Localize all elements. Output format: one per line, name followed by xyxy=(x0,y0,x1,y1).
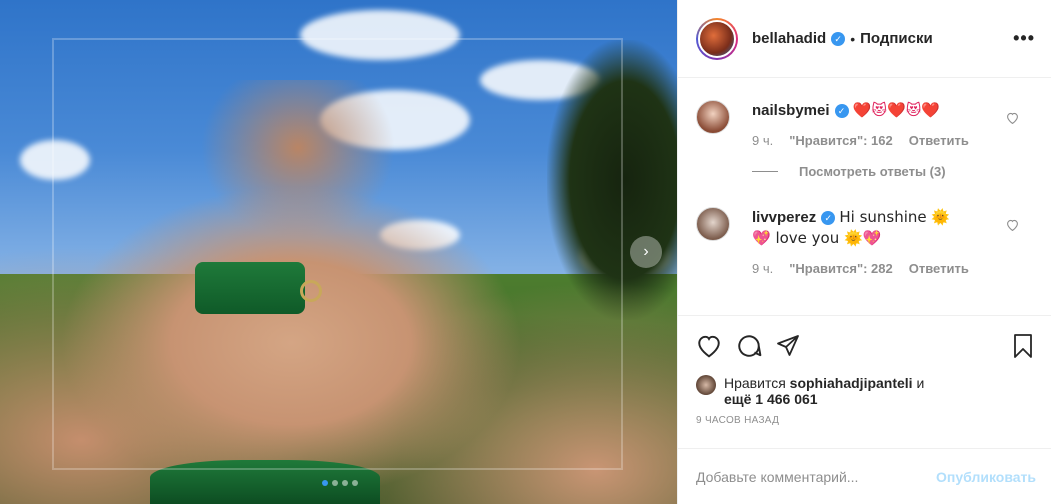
chevron-right-icon: › xyxy=(643,243,649,260)
carousel-dot xyxy=(342,480,348,486)
comment-time[interactable]: 9 ч. xyxy=(752,261,773,276)
comment-likes[interactable]: "Нравится": 162 xyxy=(789,133,893,148)
commenter-avatar[interactable] xyxy=(696,100,730,134)
add-comment-bar: Опубликовать xyxy=(678,448,1051,504)
author-username[interactable]: bellahadid ✓ xyxy=(752,30,846,47)
publish-button[interactable]: Опубликовать xyxy=(936,469,1036,485)
comment-meta: 9 ч. "Нравится": 282 Ответить xyxy=(752,261,969,276)
carousel-dot xyxy=(352,480,358,486)
carousel-dot xyxy=(322,480,328,486)
post-photo[interactable]: › xyxy=(0,0,677,504)
author-avatar[interactable] xyxy=(696,17,738,60)
share-icon[interactable] xyxy=(776,334,800,358)
bookmark-icon[interactable] xyxy=(1011,333,1035,359)
reply-button[interactable]: Ответить xyxy=(909,133,969,148)
carousel-dot xyxy=(332,480,338,486)
comment-item: nailsbymei ✓ ❤️😻❤️😻❤️ 9 ч. "Нравится": 16… xyxy=(696,100,1033,148)
comment-meta: 9 ч. "Нравится": 162 Ответить xyxy=(752,133,969,148)
following-button[interactable]: Подписки xyxy=(860,30,933,47)
carousel-indicator xyxy=(322,480,358,486)
verified-badge-icon: ✓ xyxy=(821,211,836,225)
comment-time[interactable]: 9 ч. xyxy=(752,133,773,148)
view-replies-label: Посмотреть ответы (3) xyxy=(799,164,946,179)
heart-outline-icon[interactable] xyxy=(1006,219,1019,234)
heart-icon[interactable] xyxy=(696,334,722,358)
comment-icon[interactable] xyxy=(736,333,762,359)
commenter-username[interactable]: livvperez xyxy=(752,209,816,226)
view-replies-button[interactable]: Посмотреть ответы (3) xyxy=(752,164,1033,179)
liker-username[interactable]: sophiahadjipanteli xyxy=(790,375,913,391)
comment-text: ❤️😻❤️😻❤️ xyxy=(852,101,941,119)
commenter-avatar[interactable] xyxy=(696,207,730,241)
likes-count[interactable]: ещё 1 466 061 xyxy=(724,391,818,407)
comment-body: nailsbymei ✓ ❤️😻❤️😻❤️ xyxy=(752,100,967,121)
carousel-next-button[interactable]: › xyxy=(630,236,662,268)
post-timestamp[interactable]: 9 ЧАСОВ НАЗАД xyxy=(678,407,1051,426)
author-username-text[interactable]: bellahadid xyxy=(752,30,826,47)
post-header: bellahadid ✓ • Подписки ••• xyxy=(678,0,1051,78)
comment-input[interactable] xyxy=(696,468,937,485)
photo-frame-overlay xyxy=(52,38,623,470)
comments-list: nailsbymei ✓ ❤️😻❤️😻❤️ 9 ч. "Нравится": 16… xyxy=(678,78,1051,315)
likes-prefix: Нравится xyxy=(724,375,786,391)
liker-avatar[interactable] xyxy=(696,375,716,395)
post-actions-bar xyxy=(678,315,1051,375)
comment-item: livvperez ✓ Hi sunshine 🌞 💖 love you 🌞💖 9… xyxy=(696,207,1033,276)
verified-badge-icon: ✓ xyxy=(834,104,849,118)
post-sidebar: bellahadid ✓ • Подписки ••• nailsbymei ✓ ❤… xyxy=(677,0,1051,504)
likes-and: и xyxy=(916,375,925,391)
heart-outline-icon[interactable] xyxy=(1006,112,1019,127)
verified-badge-icon: ✓ xyxy=(831,32,846,46)
reply-button[interactable]: Ответить xyxy=(909,261,969,276)
commenter-username[interactable]: nailsbymei xyxy=(752,102,830,119)
likes-summary: Нравится sophiahadjipanteli и ещё 1 466 … xyxy=(678,375,1051,407)
replies-divider-line xyxy=(752,171,778,172)
comment-likes[interactable]: "Нравится": 282 xyxy=(789,261,893,276)
more-options-icon[interactable]: ••• xyxy=(1013,28,1035,49)
avatar-image xyxy=(698,19,736,58)
comment-body: livvperez ✓ Hi sunshine 🌞 💖 love you 🌞💖 xyxy=(752,207,967,249)
liked-by-text: Нравится sophiahadjipanteli и ещё 1 466 … xyxy=(724,375,924,407)
separator-bullet: • xyxy=(850,30,856,47)
